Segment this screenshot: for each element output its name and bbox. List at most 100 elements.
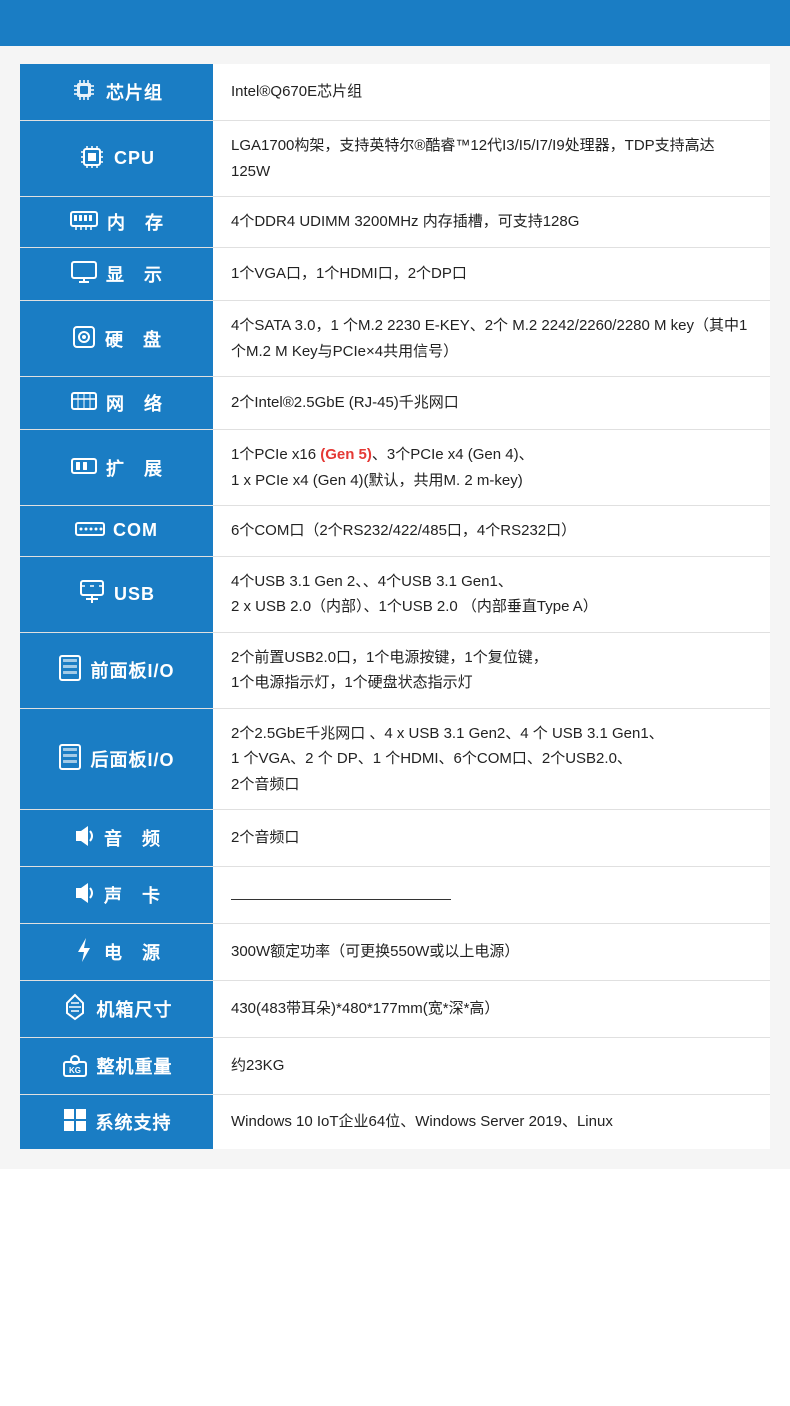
os-icon (62, 1107, 88, 1137)
page-wrapper: 芯片组 Intel®Q670E芯片组 CPU LGA1700构架，支持英特尔®酷睿™1… (0, 0, 790, 1169)
label-text-hdd: 硬 盘 (105, 326, 162, 352)
label-text-reario: 后面板I/O (90, 746, 174, 772)
table-row: 网 络 2个Intel®2.5GbE (RJ-45)千兆网口 (20, 377, 770, 430)
table-row: USB 4个USB 3.1 Gen 2、、4个USB 3.1 Gen1、2 x U… (20, 556, 770, 632)
label-text-frontio: 前面板I/O (90, 657, 174, 683)
table-row: 芯片组 Intel®Q670E芯片组 (20, 64, 770, 121)
svg-text:KG: KG (69, 1066, 81, 1075)
table-row: 硬 盘 4个SATA 3.0，1 个M.2 2230 E-KEY、2个 M.2 2… (20, 301, 770, 377)
value-text: 1个VGA口，1个HDMI口，2个DP口 (231, 265, 467, 282)
table-row: CPU LGA1700构架，支持英特尔®酷睿™12代I3/I5/I7/I9处理器，… (20, 121, 770, 197)
underline-value (231, 882, 451, 900)
label-cell-chipset: 芯片组 (20, 64, 213, 121)
table-row: 音 频2个音频口 (20, 810, 770, 867)
value-part: 1 x PCIe x4 (Gen 4)(默认，共用M. 2 m-key) (231, 472, 523, 489)
label-cell-os: 系统支持 (20, 1095, 213, 1150)
label-text-com: COM (113, 520, 158, 541)
label-text-display: 显 示 (106, 261, 163, 287)
table-row: 内 存 4个DDR4 UDIMM 3200MHz 内存插槽，可支持128G (20, 197, 770, 248)
label-cell-audio: 音 频 (20, 810, 213, 867)
value-cell-os: Windows 10 IoT企业64位、Windows Server 2019、… (213, 1095, 770, 1150)
label-cell-cpu: CPU (20, 121, 213, 197)
value-text: 300W额定功率（可更换550W或以上电源） (231, 943, 519, 960)
label-text-soundcard: 声 卡 (104, 882, 161, 908)
value-cell-network: 2个Intel®2.5GbE (RJ-45)千兆网口 (213, 377, 770, 430)
value-text: Intel®Q670E芯片组 (231, 83, 362, 100)
value-cell-soundcard (213, 867, 770, 924)
power-icon (72, 936, 96, 968)
value-cell-chipset: Intel®Q670E芯片组 (213, 64, 770, 121)
value-cell-usb: 4个USB 3.1 Gen 2、、4个USB 3.1 Gen1、2 x USB … (213, 556, 770, 632)
label-cell-weight: KG 整机重量 (20, 1038, 213, 1095)
weight-icon: KG (61, 1050, 89, 1082)
frontio-icon (58, 654, 82, 686)
value-cell-weight: 约23KG (213, 1038, 770, 1095)
label-text-weight: 整机重量 (97, 1053, 173, 1079)
value-text: LGA1700构架，支持英特尔®酷睿™12代I3/I5/I7/I9处理器，TDP… (231, 137, 715, 180)
table-row: KG 整机重量 约23KG (20, 1038, 770, 1095)
label-cell-chassis: 机箱尺寸 (20, 981, 213, 1038)
table-row: 机箱尺寸 430(483带耳朵)*480*177mm(宽*深*高） (20, 981, 770, 1038)
value-part: 1个PCIe x16 (231, 446, 320, 463)
label-cell-reario: 后面板I/O (20, 708, 213, 810)
hdd-icon (71, 323, 97, 355)
label-text-chassis: 机箱尺寸 (97, 996, 173, 1022)
cpu-icon (78, 143, 106, 175)
label-text-cpu: CPU (114, 148, 155, 169)
chip-icon (70, 76, 98, 108)
network-icon (70, 389, 98, 417)
value-text: 2个Intel®2.5GbE (RJ-45)千兆网口 (231, 394, 459, 411)
value-text: 4个SATA 3.0，1 个M.2 2230 E-KEY、2个 M.2 2242… (231, 317, 747, 360)
value-text: 2个音频口 (231, 776, 299, 793)
display-icon (70, 260, 98, 288)
spec-content: 芯片组 Intel®Q670E芯片组 CPU LGA1700构架，支持英特尔®酷睿™1… (0, 46, 790, 1169)
value-cell-hdd: 4个SATA 3.0，1 个M.2 2230 E-KEY、2个 M.2 2242… (213, 301, 770, 377)
value-cell-expand: 1个PCIe x16 (Gen 5)、3个PCIe x4 (Gen 4)、 1 x… (213, 430, 770, 506)
table-row: 声 卡 (20, 867, 770, 924)
label-cell-network: 网 络 (20, 377, 213, 430)
label-cell-soundcard: 声 卡 (20, 867, 213, 924)
value-part: 、3个PCIe x4 (Gen 4)、 (372, 446, 534, 463)
memory-icon (69, 209, 99, 235)
value-cell-power: 300W额定功率（可更换550W或以上电源） (213, 924, 770, 981)
label-text-expand: 扩 展 (106, 455, 163, 481)
value-text: 6个COM口（2个RS232/422/485口，4个RS232口） (231, 522, 576, 539)
value-text: 约23KG (231, 1057, 284, 1074)
chassis-icon (61, 993, 89, 1025)
value-text: 1 个VGA、2 个 DP、1 个HDMI、6个COM口、2个USB2.0、 (231, 750, 632, 767)
value-text: 2个前置USB2.0口，1个电源按键，1个复位键， (231, 649, 548, 666)
value-cell-reario: 2个2.5GbE千兆网口 、4 x USB 3.1 Gen2、4 个 USB 3… (213, 708, 770, 810)
red-value-part: (Gen 5) (320, 446, 372, 463)
value-text: 430(483带耳朵)*480*177mm(宽*深*高） (231, 1000, 499, 1017)
label-cell-usb: USB (20, 556, 213, 632)
table-row: COM 6个COM口（2个RS232/422/485口，4个RS232口） (20, 506, 770, 557)
spec-table: 芯片组 Intel®Q670E芯片组 CPU LGA1700构架，支持英特尔®酷睿™1… (20, 64, 770, 1149)
label-text-usb: USB (114, 584, 155, 605)
value-text: 4个DDR4 UDIMM 3200MHz 内存插槽，可支持128G (231, 213, 579, 230)
table-row: 前面板I/O2个前置USB2.0口，1个电源按键，1个复位键，1个电源指示灯，1… (20, 632, 770, 708)
value-cell-chassis: 430(483带耳朵)*480*177mm(宽*深*高） (213, 981, 770, 1038)
label-text-network: 网 络 (106, 390, 163, 416)
audio-icon (72, 822, 96, 854)
value-text: 4个USB 3.1 Gen 2、、4个USB 3.1 Gen1、 (231, 573, 513, 590)
label-cell-display: 显 示 (20, 248, 213, 301)
value-text: 2个2.5GbE千兆网口 、4 x USB 3.1 Gen2、4 个 USB 3… (231, 725, 664, 742)
value-cell-cpu: LGA1700构架，支持英特尔®酷睿™12代I3/I5/I7/I9处理器，TDP… (213, 121, 770, 197)
label-cell-frontio: 前面板I/O (20, 632, 213, 708)
label-text-power: 电 源 (104, 939, 161, 965)
label-text-chipset: 芯片组 (106, 79, 163, 105)
label-cell-memory: 内 存 (20, 197, 213, 248)
usb-icon (78, 579, 106, 609)
reario-icon (58, 743, 82, 775)
label-text-audio: 音 频 (104, 825, 161, 851)
com-icon (75, 520, 105, 542)
table-row: 系统支持 Windows 10 IoT企业64位、Windows Server 2… (20, 1095, 770, 1150)
value-cell-display: 1个VGA口，1个HDMI口，2个DP口 (213, 248, 770, 301)
table-row: 电 源 300W额定功率（可更换550W或以上电源） (20, 924, 770, 981)
label-cell-expand: 扩 展 (20, 430, 213, 506)
value-text: Windows 10 IoT企业64位、Windows Server 2019、… (231, 1113, 613, 1130)
page-header (0, 0, 790, 46)
expand-icon (70, 455, 98, 481)
label-cell-hdd: 硬 盘 (20, 301, 213, 377)
table-row: 显 示 1个VGA口，1个HDMI口，2个DP口 (20, 248, 770, 301)
